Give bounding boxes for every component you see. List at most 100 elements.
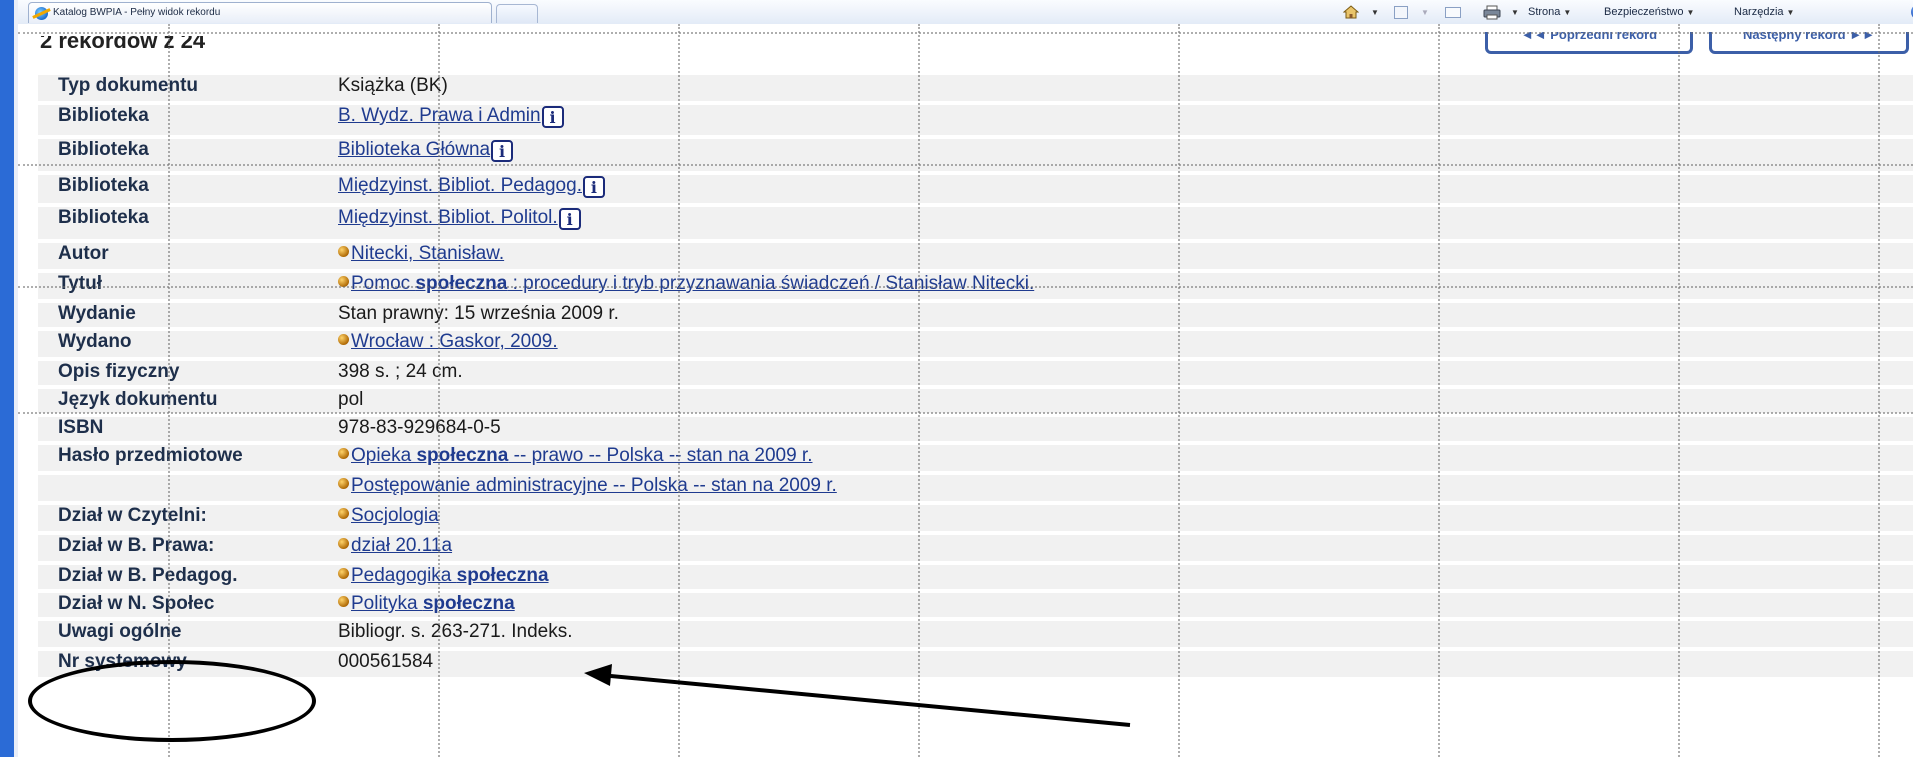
record-row: ISBN 978-83-929684-0-5: [38, 417, 1913, 441]
field-label: Tytuł: [58, 273, 102, 294]
field-value-text: Pedagogika: [351, 565, 457, 586]
info-icon[interactable]: i: [558, 208, 581, 230]
record-row: Autor Nitecki, Stanisław.: [38, 243, 1913, 269]
bullet-icon: [338, 596, 349, 607]
field-label: Biblioteka: [58, 139, 149, 160]
grid-line-vertical: [1678, 24, 1680, 757]
field-value-text: Postępowanie administracyjne -- Polska -…: [351, 475, 837, 496]
new-tab-button[interactable]: [496, 4, 538, 23]
field-label: Dział w B. Prawa:: [58, 535, 215, 556]
highlighted-term: społeczna: [416, 445, 509, 466]
record-row: Wydanie Stan prawny: 15 września 2009 r.: [38, 303, 1913, 327]
field-label: Wydanie: [58, 303, 136, 324]
info-icon[interactable]: i: [491, 140, 514, 162]
field-link[interactable]: Postępowanie administracyjne -- Polska -…: [351, 475, 837, 496]
field-value-text: : procedury i tryb przyznawania świadcze…: [507, 273, 1035, 294]
field-value-text: Polityka: [351, 593, 423, 614]
field-value: Biblioteka Główna i: [338, 139, 514, 162]
field-value: Opieka społeczna -- prawo -- Polska -- s…: [338, 445, 812, 467]
field-label: Język dokumentu: [58, 389, 218, 410]
field-value-text: Międzyinst. Bibliot. Pedagog.: [338, 175, 582, 196]
field-value: Socjologia: [338, 505, 439, 527]
browser-tab-active[interactable]: Katalog BWPIA - Pełny widok rekordu: [28, 2, 492, 23]
ie-logo-icon: [35, 7, 48, 20]
record-row: Hasło przedmiotowe Opieka społeczna -- pr…: [38, 445, 1913, 471]
bullet-icon: [338, 478, 349, 489]
field-value: Pomoc społeczna : procedury i tryb przyz…: [338, 273, 1034, 295]
field-link[interactable]: Międzyinst. Bibliot. Pedagog.: [338, 175, 582, 196]
field-link[interactable]: Międzyinst. Bibliot. Politol.: [338, 207, 558, 228]
field-value: Wrocław : Gaskor, 2009.: [338, 331, 558, 353]
field-label: ISBN: [58, 417, 104, 438]
grid-line-horizontal: [18, 412, 1913, 414]
record-row: Biblioteka Międzyinst. Bibliot. Politol. i: [38, 207, 1913, 239]
field-value-text: pol: [338, 389, 364, 410]
field-value-text: dział 20.11a: [351, 535, 453, 556]
field-value: Książka (BK): [338, 75, 448, 97]
field-link[interactable]: Biblioteka Główna: [338, 139, 490, 160]
highlighted-term: społeczna: [415, 273, 508, 294]
field-link[interactable]: Socjologia: [351, 505, 439, 526]
field-label: Autor: [58, 243, 109, 264]
field-link[interactable]: dział 20.11a: [351, 535, 452, 556]
grid-line-vertical: [1878, 24, 1880, 757]
field-link[interactable]: Wrocław : Gaskor, 2009.: [351, 331, 558, 352]
record-row: Biblioteka B. Wydz. Prawa i Admin i: [38, 105, 1913, 135]
grid-line-vertical: [1438, 24, 1440, 757]
page-menu[interactable]: Strona ▼: [1528, 0, 1571, 24]
grid-line-horizontal: [18, 164, 1913, 166]
field-label: Opis fizyczny: [58, 361, 180, 382]
feeds-icon[interactable]: [1394, 6, 1408, 19]
record-row: Język dokumentu pol: [38, 389, 1913, 413]
info-icon[interactable]: i: [541, 106, 564, 128]
field-value: 398 s. ; 24 cm.: [338, 361, 463, 383]
field-label: Dział w B. Pedagog.: [58, 565, 238, 586]
field-label: Dział w Czytelni:: [58, 505, 207, 526]
field-value-text: 978-83-929684-0-5: [338, 417, 501, 438]
tools-menu[interactable]: Narzędzia ▼: [1734, 0, 1794, 24]
field-value: Międzyinst. Bibliot. Politol. i: [338, 207, 581, 230]
bullet-icon: [338, 246, 349, 257]
record-row: Typ dokumentu Książka (BK): [38, 75, 1913, 101]
bullet-icon: [338, 538, 349, 549]
field-value: Pedagogika społeczna: [338, 565, 549, 587]
field-label: Biblioteka: [58, 207, 149, 228]
security-menu[interactable]: Bezpieczeństwo ▼: [1604, 0, 1694, 24]
record-row: Wydano Wrocław : Gaskor, 2009.: [38, 331, 1913, 357]
field-value-text: Opieka: [351, 445, 417, 466]
field-value-text: Międzyinst. Bibliot. Politol.: [338, 207, 558, 228]
highlighted-term: społeczna: [456, 565, 549, 586]
field-value-text: Stan prawny: 15 września 2009 r.: [338, 303, 619, 324]
grid-line-vertical: [918, 24, 920, 757]
print-icon[interactable]: [1483, 5, 1501, 20]
bullet-icon: [338, 568, 349, 579]
field-value-text: 000561584: [338, 651, 434, 672]
field-value: pol: [338, 389, 363, 411]
field-value: Bibliogr. s. 263-271. Indeks.: [338, 621, 572, 643]
print-dropdown-caret[interactable]: ▼: [1508, 0, 1519, 24]
home-icon[interactable]: [1343, 5, 1359, 19]
home-dropdown-caret[interactable]: ▼: [1368, 0, 1379, 24]
field-link[interactable]: Polityka społeczna: [351, 593, 515, 614]
field-value-text: Książka (BK): [338, 75, 448, 96]
feeds-dropdown-caret[interactable]: ▼: [1418, 0, 1429, 24]
field-label: Biblioteka: [58, 105, 149, 126]
browser-toolbar: Katalog BWPIA - Pełny widok rekordu ▼ ▼ …: [18, 0, 1913, 25]
field-value: Nitecki, Stanisław.: [338, 243, 504, 265]
field-link[interactable]: Nitecki, Stanisław.: [351, 243, 504, 264]
previous-record-button[interactable]: ◄◄ Poprzedni rekord: [1485, 32, 1693, 54]
field-link[interactable]: Pedagogika społeczna: [351, 565, 549, 586]
field-label: Dział w N. Społec: [58, 593, 215, 614]
record-row: Biblioteka Biblioteka Główna i: [38, 139, 1913, 171]
field-value-text: Nitecki, Stanisław.: [351, 243, 505, 264]
record-content: 2 rekordów z 24 ◄◄ Poprzedni rekord Nast…: [18, 24, 1913, 757]
field-value: Stan prawny: 15 września 2009 r.: [338, 303, 619, 325]
record-row: Dział w B. Prawa: dział 20.11a: [38, 535, 1913, 561]
info-icon[interactable]: i: [582, 176, 605, 198]
field-label: Typ dokumentu: [58, 75, 199, 96]
read-mail-icon[interactable]: [1445, 7, 1461, 18]
field-link[interactable]: Pomoc społeczna : procedury i tryb przyz…: [351, 273, 1034, 294]
record-row: Opis fizyczny 398 s. ; 24 cm.: [38, 361, 1913, 385]
field-value-text: Socjologia: [351, 505, 439, 526]
field-link[interactable]: Opieka społeczna -- prawo -- Polska -- s…: [351, 445, 812, 466]
